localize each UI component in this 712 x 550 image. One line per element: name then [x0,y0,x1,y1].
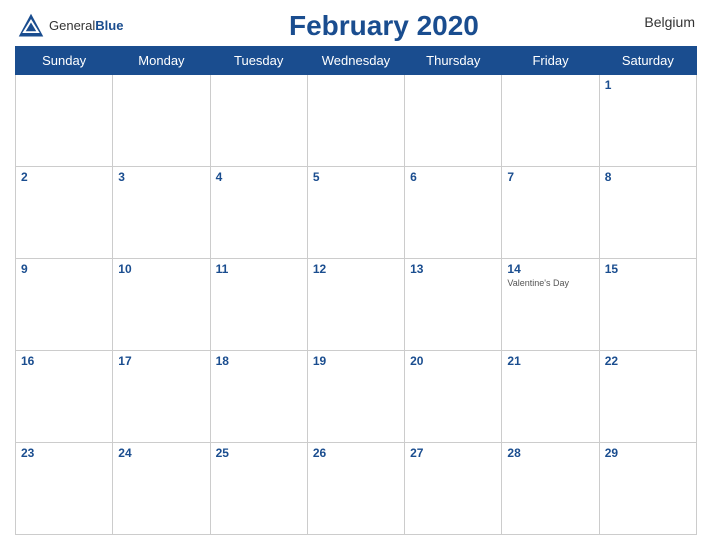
calendar-cell: 8 [599,167,696,259]
calendar-cell [502,75,599,167]
calendar-cell [405,75,502,167]
day-number: 11 [216,262,302,276]
week-row-5: 23 24 25 26 27 28 29 [16,443,697,535]
day-number: 18 [216,354,302,368]
calendar-cell: 4 [210,167,307,259]
day-number: 20 [410,354,496,368]
calendar-header: GeneralBlue February 2020 Belgium [15,10,697,42]
calendar-cell: 10 [113,259,210,351]
calendar-cell: 25 [210,443,307,535]
day-number: 12 [313,262,399,276]
day-number: 17 [118,354,204,368]
calendar-cell: 18 [210,351,307,443]
logo: GeneralBlue [17,12,123,40]
day-number: 14 [507,262,593,276]
calendar-cell: 22 [599,351,696,443]
weekday-header-row: SundayMondayTuesdayWednesdayThursdayFrid… [16,47,697,75]
calendar-cell [113,75,210,167]
weekday-header-saturday: Saturday [599,47,696,75]
day-number: 1 [605,78,691,92]
calendar-cell: 13 [405,259,502,351]
day-number: 15 [605,262,691,276]
calendar-cell: 1 [599,75,696,167]
calendar-cell: 14 Valentine's Day [502,259,599,351]
event-label: Valentine's Day [507,278,593,288]
day-number: 10 [118,262,204,276]
day-number: 8 [605,170,691,184]
day-number: 16 [21,354,107,368]
day-number: 21 [507,354,593,368]
day-number: 19 [313,354,399,368]
day-number: 27 [410,446,496,460]
weekday-header-friday: Friday [502,47,599,75]
week-row-4: 16 17 18 19 20 21 22 [16,351,697,443]
calendar-cell: 2 [16,167,113,259]
day-number: 29 [605,446,691,460]
calendar-cell: 15 [599,259,696,351]
calendar-cell: 5 [307,167,404,259]
country-name: Belgium [644,14,695,30]
logo-blue: Blue [95,18,123,33]
calendar-cell: 24 [113,443,210,535]
day-number: 5 [313,170,399,184]
day-number: 2 [21,170,107,184]
calendar-cell: 6 [405,167,502,259]
calendar-cell [210,75,307,167]
calendar-cell: 11 [210,259,307,351]
logo-text: GeneralBlue [49,17,123,35]
weekday-header-sunday: Sunday [16,47,113,75]
generalblue-logo-icon [17,12,45,40]
day-number: 23 [21,446,107,460]
calendar-table: SundayMondayTuesdayWednesdayThursdayFrid… [15,46,697,535]
calendar-cell: 7 [502,167,599,259]
day-number: 4 [216,170,302,184]
calendar-cell: 26 [307,443,404,535]
calendar-cell: 27 [405,443,502,535]
calendar-cell: 20 [405,351,502,443]
calendar-cell: 3 [113,167,210,259]
day-number: 9 [21,262,107,276]
day-number: 6 [410,170,496,184]
calendar-cell: 9 [16,259,113,351]
day-number: 22 [605,354,691,368]
calendar-cell: 12 [307,259,404,351]
calendar-cell: 21 [502,351,599,443]
weekday-header-wednesday: Wednesday [307,47,404,75]
calendar-cell [307,75,404,167]
week-row-3: 9 10 11 12 13 14 Valentine's Day 15 [16,259,697,351]
week-row-1: 1 [16,75,697,167]
calendar-cell: 16 [16,351,113,443]
calendar-cell: 29 [599,443,696,535]
weekday-header-tuesday: Tuesday [210,47,307,75]
calendar-cell: 23 [16,443,113,535]
weekday-header-thursday: Thursday [405,47,502,75]
day-number: 24 [118,446,204,460]
calendar-cell [16,75,113,167]
calendar-cell: 28 [502,443,599,535]
day-number: 7 [507,170,593,184]
weekday-header-monday: Monday [113,47,210,75]
calendar-cell: 17 [113,351,210,443]
week-row-2: 2345678 [16,167,697,259]
day-number: 3 [118,170,204,184]
logo-general: General [49,18,95,33]
day-number: 25 [216,446,302,460]
day-number: 26 [313,446,399,460]
day-number: 28 [507,446,593,460]
calendar-title: February 2020 [123,10,644,42]
calendar-cell: 19 [307,351,404,443]
day-number: 13 [410,262,496,276]
